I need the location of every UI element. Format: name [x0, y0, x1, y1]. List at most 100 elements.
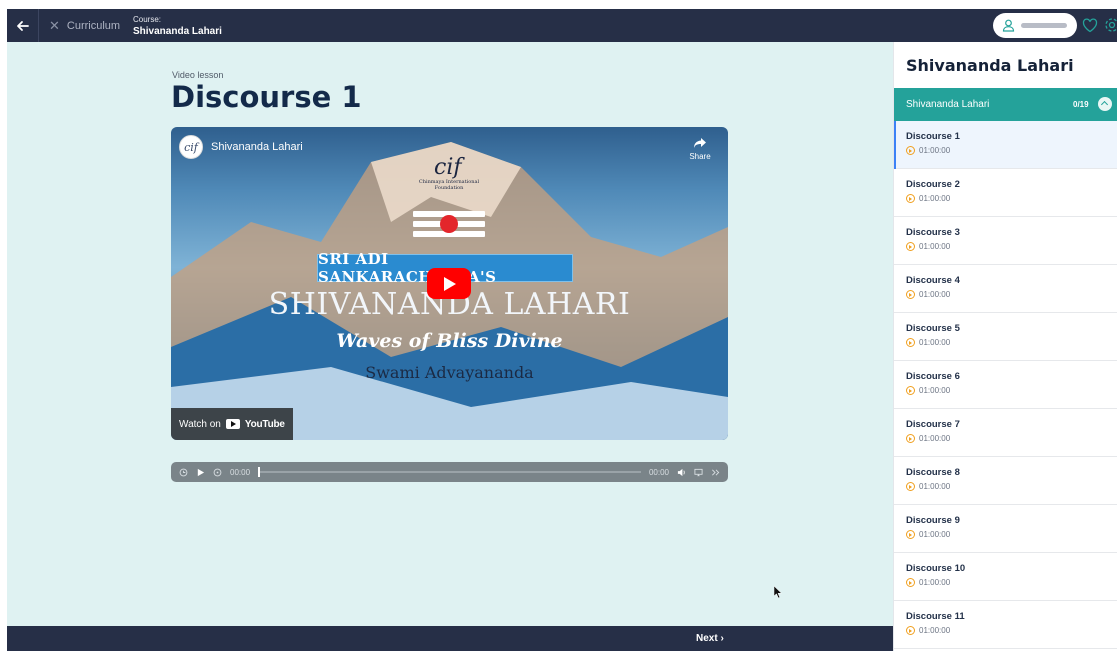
curriculum-sidebar: Shivananda Lahari Shivananda Lahari 0/19…: [893, 42, 1117, 651]
mouse-cursor-icon: [774, 586, 782, 598]
lesson-title: Discourse 1: [171, 80, 362, 114]
duration-text: 01:00:00: [919, 146, 951, 155]
seek-bar[interactable]: [258, 467, 641, 477]
lesson-item-discourse-2[interactable]: Discourse 2 01:00:00: [894, 169, 1117, 217]
play-control-button[interactable]: [196, 468, 205, 477]
lesson-list: Discourse 1 01:00:00 Discourse 2 01:00:0…: [894, 121, 1117, 649]
play-button[interactable]: [427, 268, 471, 299]
lesson-name: Discourse 8: [906, 467, 960, 478]
sidebar-title: Shivananda Lahari: [906, 56, 1074, 75]
lesson-name: Discourse 3: [906, 227, 960, 238]
total-time: 00:00: [648, 467, 669, 477]
lesson-duration: 01:00:00: [906, 434, 1106, 443]
play-circle-icon: [906, 530, 915, 539]
user-icon: [1002, 19, 1015, 32]
lesson-item-discourse-3[interactable]: Discourse 3 01:00:00: [894, 217, 1117, 265]
play-circle-icon: [906, 482, 915, 491]
lesson-item-discourse-8[interactable]: Discourse 8 01:00:00: [894, 457, 1117, 505]
lesson-item-discourse-9[interactable]: Discourse 9 01:00:00: [894, 505, 1117, 553]
duration-text: 01:00:00: [919, 338, 951, 347]
play-circle-icon: [906, 194, 915, 203]
lesson-duration: 01:00:00: [906, 146, 1106, 155]
duration-text: 01:00:00: [919, 242, 951, 251]
back-arrow-icon: [16, 20, 29, 31]
lesson-duration: 01:00:00: [906, 290, 1106, 299]
share-button[interactable]: Share: [682, 137, 718, 161]
volume-icon: [677, 468, 685, 476]
play-icon: [197, 468, 205, 476]
lesson-item-discourse-6[interactable]: Discourse 6 01:00:00: [894, 361, 1117, 409]
rewind-button[interactable]: [179, 468, 188, 477]
lesson-item-discourse-7[interactable]: Discourse 7 01:00:00: [894, 409, 1117, 457]
play-circle-icon: [906, 578, 915, 587]
share-icon: [694, 138, 706, 148]
lesson-duration: 01:00:00: [906, 194, 1106, 203]
duration-text: 01:00:00: [919, 290, 951, 299]
lesson-item-discourse-10[interactable]: Discourse 10 01:00:00: [894, 553, 1117, 601]
cast-button[interactable]: [694, 468, 703, 477]
seek-handle[interactable]: [258, 467, 261, 477]
next-button[interactable]: Next ›: [696, 633, 724, 644]
lesson-item-discourse-11[interactable]: Discourse 11 01:00:00: [894, 601, 1117, 649]
back-button[interactable]: [7, 9, 39, 42]
forward-button[interactable]: [213, 468, 222, 477]
lesson-duration: 01:00:00: [906, 482, 1106, 491]
youtube-label: YouTube: [244, 418, 285, 430]
top-bar: ✕ Curriculum Course: Shivananda Lahari: [7, 9, 1117, 42]
lesson-item-discourse-5[interactable]: Discourse 5 01:00:00: [894, 313, 1117, 361]
section-name: Shivananda Lahari: [906, 99, 990, 110]
user-menu-button[interactable]: [993, 13, 1077, 38]
video-embed[interactable]: cif Shivananda Lahari Share cif Chinmaya…: [171, 127, 728, 440]
close-icon: ✕: [49, 18, 60, 33]
lesson-name: Discourse 2: [906, 179, 960, 190]
curriculum-label: Curriculum: [66, 19, 121, 32]
lesson-duration: 01:00:00: [906, 338, 1106, 347]
media-controls: 00:00 00:00: [171, 462, 728, 482]
duration-text: 01:00:00: [919, 578, 951, 587]
heart-icon[interactable]: [1082, 18, 1098, 33]
cast-icon: [694, 468, 703, 476]
play-circle-icon: [906, 386, 915, 395]
course-title: Shivananda Lahari: [133, 26, 222, 37]
video-author: Swami Advayananda: [365, 363, 534, 382]
lesson-item-discourse-4[interactable]: Discourse 4 01:00:00: [894, 265, 1117, 313]
foundation-logo: cif: [434, 155, 462, 180]
duration-text: 01:00:00: [919, 194, 951, 203]
rewind-icon: [179, 468, 188, 476]
forward-icon: [213, 468, 222, 476]
lesson-duration: 01:00:00: [906, 626, 1106, 635]
lesson-type-label: Video lesson: [172, 70, 224, 80]
video-subtitle: Waves of Bliss Divine: [336, 330, 563, 352]
section-progress-count: 0/19: [1073, 100, 1089, 109]
lesson-name: Discourse 10: [906, 563, 966, 574]
lesson-footer: Next ›: [7, 626, 893, 651]
duration-text: 01:00:00: [919, 482, 951, 491]
lesson-name: Discourse 9: [906, 515, 960, 526]
section-header[interactable]: Shivananda Lahari 0/19: [894, 88, 1117, 121]
curriculum-toggle[interactable]: ✕ Curriculum: [49, 9, 120, 42]
duration-text: 01:00:00: [919, 434, 951, 443]
lesson-name: Discourse 7: [906, 419, 960, 430]
lesson-name: Discourse 11: [906, 611, 965, 622]
username-redacted: [1021, 23, 1067, 28]
play-circle-icon: [906, 146, 915, 155]
lesson-name: Discourse 5: [906, 323, 960, 334]
lesson-duration: 01:00:00: [906, 242, 1106, 251]
lesson-item-discourse-1[interactable]: Discourse 1 01:00:00: [894, 121, 1117, 169]
watch-on-youtube-button[interactable]: Watch on YouTube: [171, 408, 293, 440]
lesson-name: Discourse 1: [906, 131, 960, 142]
lesson-duration: 01:00:00: [906, 578, 1106, 587]
video-title[interactable]: Shivananda Lahari: [211, 141, 303, 153]
skip-button[interactable]: [711, 468, 720, 477]
gear-icon[interactable]: [1104, 17, 1117, 33]
course-info: Course: Shivananda Lahari: [133, 14, 222, 38]
volume-button[interactable]: [677, 468, 686, 477]
play-circle-icon: [906, 434, 915, 443]
foundation-text: Chinmaya International Foundation: [418, 179, 480, 191]
watch-on-label: Watch on: [179, 418, 221, 430]
channel-logo[interactable]: cif: [179, 135, 203, 159]
lesson-name: Discourse 6: [906, 371, 960, 382]
chevron-up-icon[interactable]: [1098, 97, 1112, 111]
play-circle-icon: [906, 242, 915, 251]
duration-text: 01:00:00: [919, 530, 951, 539]
